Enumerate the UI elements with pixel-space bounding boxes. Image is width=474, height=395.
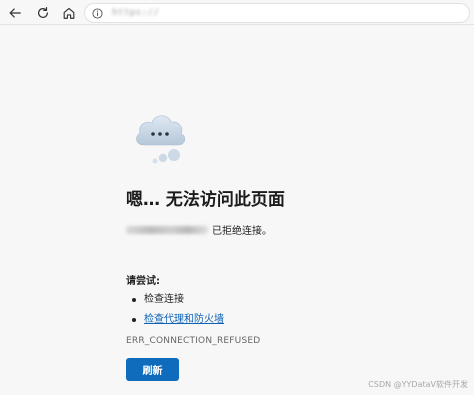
refresh-icon: [38, 6, 48, 18]
browser-window: https:// 嗯… 无法访问此页面 已拒绝连接。 请尝试: 检查连接 检查代…: [0, 0, 474, 395]
error-page: 嗯… 无法访问此页面 已拒绝连接。 请尝试: 检查连接 检查代理和防火墙 ERR…: [0, 25, 474, 395]
error-code: ERR_CONNECTION_REFUSED: [126, 336, 261, 346]
suggestion-check-connection: 检查连接: [144, 294, 184, 305]
refresh-button[interactable]: 刷新: [126, 358, 179, 381]
redacted-host: [126, 225, 208, 234]
info-icon[interactable]: [92, 7, 103, 19]
bullet-icon: [132, 318, 136, 322]
cloud-error-icon: [136, 115, 186, 164]
try-label: 请尝试:: [126, 276, 160, 287]
suggestion-list: 检查连接 检查代理和防火墙: [126, 293, 224, 333]
refused-text: 已拒绝连接。: [212, 226, 272, 237]
url-text: https://: [112, 8, 160, 18]
watermark: CSDN @YYDataV软件开发: [368, 380, 468, 389]
browser-toolbar: https://: [0, 0, 474, 25]
refused-message: 已拒绝连接。: [126, 222, 272, 237]
list-item: 检查连接: [126, 293, 224, 313]
address-bar[interactable]: https://: [84, 3, 470, 23]
page-title: 嗯… 无法访问此页面: [126, 190, 285, 210]
back-button[interactable]: [6, 4, 24, 22]
home-icon: [63, 7, 75, 19]
suggestion-proxy-firewall-link[interactable]: 检查代理和防火墙: [144, 314, 224, 325]
reload-button[interactable]: [34, 4, 52, 22]
back-arrow-icon: [9, 8, 21, 18]
home-button[interactable]: [60, 4, 78, 22]
list-item: 检查代理和防火墙: [126, 313, 224, 333]
bullet-icon: [132, 298, 136, 302]
